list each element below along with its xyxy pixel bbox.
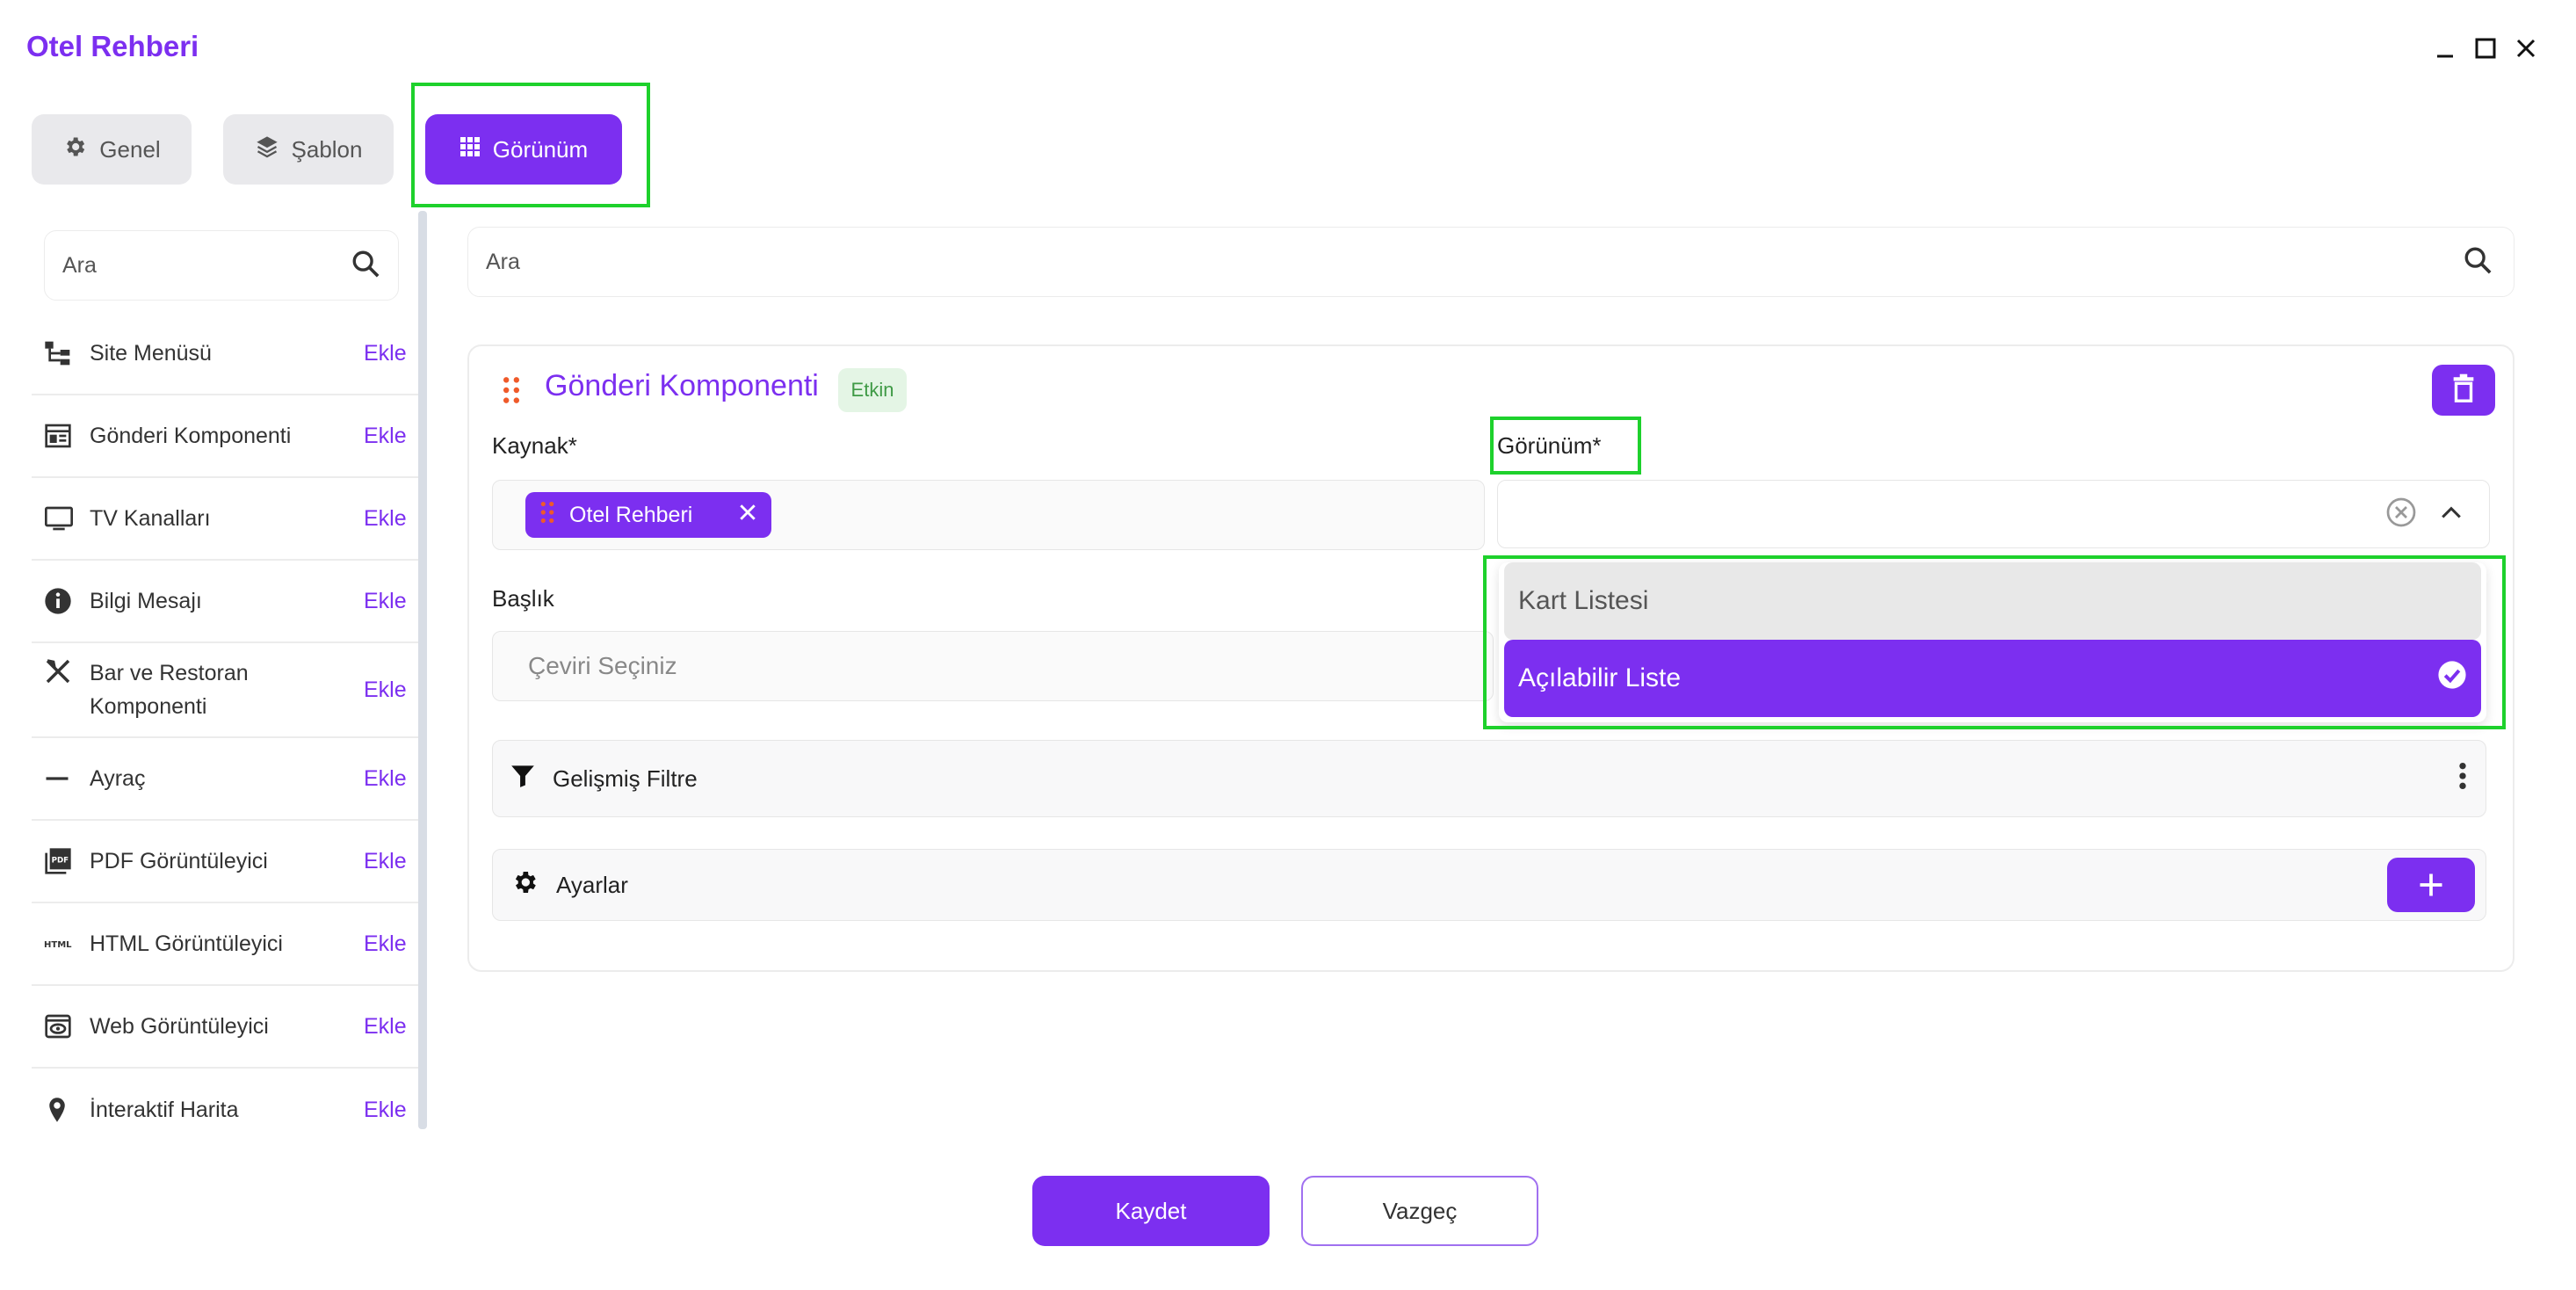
delete-component-button[interactable]: [2432, 365, 2495, 416]
sidebar-item-label: Bar ve Restoran Komponenti: [90, 661, 249, 719]
gear-icon: [510, 868, 539, 902]
add-html-viewer-link[interactable]: Ekle: [364, 931, 418, 957]
main-search-box[interactable]: Ara: [467, 227, 2514, 297]
sidebar-item-label: Site Menüsü: [90, 341, 212, 366]
sidebar-search-input[interactable]: Ara: [62, 253, 351, 279]
add-site-menu-link[interactable]: Ekle: [364, 341, 418, 366]
sidebar-item-label: Gönderi Komponenti: [90, 424, 292, 448]
cancel-button[interactable]: Vazgeç: [1301, 1176, 1538, 1246]
add-pdf-viewer-link[interactable]: Ekle: [364, 849, 418, 874]
view-label: Görünüm*: [1497, 432, 1602, 459]
utensils-icon: [32, 643, 90, 685]
chevron-up-icon[interactable]: [2440, 504, 2463, 525]
sidebar-item-label: HTML Görüntüleyici: [90, 931, 283, 956]
main-search-input[interactable]: Ara: [486, 250, 2463, 275]
source-label: Kaynak*: [492, 432, 577, 459]
map-pin-icon: [32, 1096, 90, 1124]
sidebar-item-html-goruntuleyici: HTML HTML Görüntüleyici Ekle: [32, 903, 418, 986]
component-title: Gönderi Komponenti: [545, 369, 819, 402]
source-chip[interactable]: Otel Rehberi: [525, 492, 771, 538]
add-post-component-link[interactable]: Ekle: [364, 424, 418, 449]
save-button[interactable]: Kaydet: [1032, 1176, 1270, 1246]
sidebar-item-interaktif-harita: İnteraktif Harita Ekle: [32, 1069, 418, 1151]
tab-gorunum[interactable]: Görünüm: [425, 114, 622, 185]
svg-text:PDF: PDF: [52, 856, 69, 865]
add-divider-link[interactable]: Ekle: [364, 766, 418, 792]
pdf-icon: PDF: [32, 847, 90, 875]
trash-icon: [2450, 373, 2477, 408]
minimize-icon[interactable]: [2430, 33, 2460, 63]
sidebar-item-label: Ayraç: [90, 766, 146, 791]
search-icon[interactable]: [2463, 245, 2493, 279]
settings-row[interactable]: Ayarlar: [492, 849, 2486, 921]
title-label: Başlık: [492, 585, 554, 612]
gear-icon: [62, 134, 87, 165]
sidebar-search-box[interactable]: Ara: [44, 230, 399, 301]
drag-handle-icon[interactable]: [499, 376, 524, 409]
tab-label: Şablon: [291, 135, 363, 163]
html-icon: HTML: [32, 935, 90, 953]
svg-text:HTML: HTML: [44, 940, 72, 950]
tab-label: Görünüm: [492, 135, 589, 163]
sidebar-item-label: TV Kanalları: [90, 506, 211, 531]
sidebar-item-bar-restoran: Bar ve Restoran Komponenti Ekle: [32, 643, 418, 738]
add-info-message-link[interactable]: Ekle: [364, 589, 418, 614]
status-badge: Etkin: [838, 368, 907, 412]
grid-icon: [459, 136, 481, 163]
dropdown-highlight-box: [1483, 555, 2506, 729]
close-icon[interactable]: [2511, 33, 2541, 63]
add-bar-restaurant-link[interactable]: Ekle: [364, 678, 418, 703]
sidebar-item-ayrac: Ayraç Ekle: [32, 738, 418, 821]
advanced-filter-label: Gelişmiş Filtre: [553, 765, 698, 792]
sitemap-icon: [32, 339, 90, 367]
info-icon: [32, 587, 90, 615]
search-icon[interactable]: [351, 249, 380, 283]
tab-sablon[interactable]: Şablon: [223, 114, 394, 185]
window-title: Otel Rehberi: [26, 30, 199, 62]
add-interactive-map-link[interactable]: Ekle: [364, 1098, 418, 1123]
web-viewer-icon: [32, 1012, 90, 1040]
layers-icon: [255, 134, 279, 165]
title-input[interactable]: Çeviri Seçiniz: [492, 631, 1494, 701]
sidebar-item-label: İnteraktif Harita: [90, 1098, 239, 1122]
sidebar-item-label: Web Görüntüleyici: [90, 1014, 269, 1039]
sidebar-item-pdf-goruntuleyici: PDF PDF Görüntüleyici Ekle: [32, 821, 418, 903]
sidebar-item-label: PDF Görüntüleyici: [90, 849, 268, 873]
add-tv-channels-link[interactable]: Ekle: [364, 506, 418, 532]
view-select[interactable]: [1497, 480, 2490, 548]
filter-icon: [510, 764, 535, 794]
post-component-icon: [32, 422, 90, 450]
sidebar-item-web-goruntuleyici: Web Görüntüleyici Ekle: [32, 986, 418, 1069]
sidebar-item-site-menusu: Site Menüsü Ekle: [32, 313, 418, 395]
clear-circle-icon[interactable]: [2385, 496, 2417, 533]
divider-icon: [32, 765, 90, 792]
sidebar-item-gonderi-komponenti: Gönderi Komponenti Ekle: [32, 395, 418, 478]
sidebar-scrollbar[interactable]: [418, 211, 427, 1129]
advanced-filter-row[interactable]: Gelişmiş Filtre: [492, 740, 2486, 817]
remove-chip-icon[interactable]: [738, 503, 757, 528]
tab-genel[interactable]: Genel: [32, 114, 192, 185]
add-web-viewer-link[interactable]: Ekle: [364, 1014, 418, 1040]
drag-handle-icon: [539, 501, 555, 530]
settings-label: Ayarlar: [556, 871, 628, 898]
tab-label: Genel: [99, 135, 161, 163]
sidebar-item-bilgi-mesaji: Bilgi Mesajı Ekle: [32, 561, 418, 643]
sidebar-item-tv-kanallari: TV Kanalları Ekle: [32, 478, 418, 561]
add-setting-button[interactable]: [2387, 858, 2475, 912]
more-vertical-icon[interactable]: [2457, 761, 2468, 797]
source-chip-label: Otel Rehberi: [569, 502, 693, 527]
tv-icon: [32, 504, 90, 533]
maximize-icon[interactable]: [2471, 33, 2500, 63]
sidebar-item-label: Bilgi Mesajı: [90, 589, 202, 613]
plus-icon: [2420, 873, 2442, 896]
